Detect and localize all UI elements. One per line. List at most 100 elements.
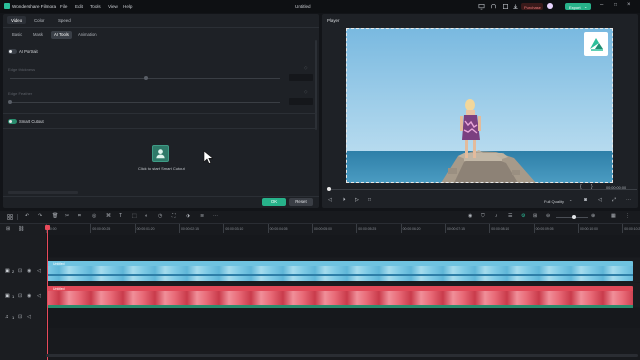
snap-icon[interactable]: ⚙ (521, 213, 525, 219)
edge-feather-knob[interactable] (8, 100, 12, 104)
layout-icon[interactable]: ▦ (611, 213, 616, 219)
smart-cutout-button[interactable] (152, 145, 169, 162)
video-clip-track1[interactable]: Untitled (47, 286, 633, 306)
color-icon[interactable]: ◐ (145, 213, 148, 219)
edge-thickness-input[interactable] (289, 74, 313, 81)
audio-icon[interactable]: ◁ (37, 293, 41, 299)
stop-icon[interactable]: □ (368, 197, 371, 203)
subtab-basic[interactable]: Basic (12, 32, 22, 37)
redo-icon[interactable]: ↷ (38, 213, 42, 219)
close-icon[interactable]: × (627, 2, 631, 8)
split-icon[interactable]: ✂ (65, 213, 69, 219)
step-back-icon[interactable]: ⏵ (343, 197, 346, 203)
shield-icon[interactable]: ⛉ (481, 213, 485, 219)
playhead-handle[interactable] (45, 225, 50, 230)
zoom-slider-knob[interactable] (572, 215, 576, 219)
fullscreen-icon[interactable]: ⤢ (612, 197, 616, 203)
avatar[interactable] (547, 3, 553, 9)
camera-icon[interactable]: ◙ (584, 197, 587, 203)
keyframe-icon[interactable]: ◇ (304, 65, 307, 71)
zoom-in-icon[interactable]: ⊕ (591, 213, 595, 219)
grid-icon[interactable] (7, 214, 13, 220)
menu-help[interactable]: Help (123, 4, 132, 9)
menu-file[interactable]: File (60, 4, 67, 9)
more-icon[interactable]: ⋮ (625, 213, 630, 219)
edge-feather-input[interactable] (289, 98, 313, 105)
mask-icon[interactable]: ◎ (92, 213, 96, 219)
tab-video[interactable]: Video (7, 16, 27, 24)
menu-tools[interactable]: Tools (90, 4, 101, 9)
export-label: Export (569, 4, 581, 10)
audio-wave-icon[interactable]: ≋ (200, 213, 204, 219)
prev-frame-icon[interactable]: ◁ (328, 197, 332, 203)
keyframe-icon[interactable]: ⬗ (186, 213, 190, 219)
eye-icon[interactable]: ◉ (27, 293, 31, 299)
subtab-ai-tools[interactable]: AI Tools (51, 30, 72, 39)
subtab-mask[interactable]: Mask (33, 32, 43, 37)
volume-icon[interactable]: ◁ (598, 197, 602, 203)
edge-thickness-knob[interactable] (144, 76, 148, 80)
link-icon[interactable]: ⛓ (18, 226, 24, 232)
lock-icon[interactable]: ⊡ (18, 293, 22, 299)
mark-out-icon[interactable]: } (591, 184, 593, 190)
minimize-icon[interactable]: – (600, 2, 603, 8)
audio-icon[interactable]: ◁ (37, 268, 41, 274)
quality-select[interactable]: Full Quality (544, 199, 564, 204)
export-button[interactable]: Export ⌄ (565, 3, 591, 10)
video-clip-track2[interactable]: Untitled (47, 261, 633, 281)
tab-color[interactable]: Color (34, 18, 45, 23)
scrollbar[interactable] (315, 40, 317, 130)
filmora-watermark-icon (584, 32, 608, 56)
play-icon[interactable]: ▷ (355, 197, 359, 203)
tag-icon[interactable]: ⌘ (106, 213, 111, 219)
undo-icon[interactable]: ↶ (25, 213, 29, 219)
reset-button[interactable]: Reset (289, 198, 313, 206)
more-tools-icon[interactable]: ⋯ (213, 213, 218, 219)
mic-icon[interactable]: ♪ (495, 213, 498, 219)
more-icon[interactable]: ⋯ (626, 197, 631, 203)
tab-speed[interactable]: Speed (58, 18, 71, 23)
speed-icon[interactable]: ◷ (158, 213, 162, 219)
mark-in-icon[interactable]: { (580, 184, 582, 190)
eye-icon[interactable]: ◉ (27, 268, 31, 274)
timeline-scrollbar[interactable] (46, 354, 638, 357)
selection-frame[interactable] (346, 28, 613, 183)
delete-icon[interactable]: 🗑 (52, 213, 58, 219)
ruler-label: 00:00:07:15 (446, 227, 465, 231)
audio-clip-track1[interactable] (47, 305, 633, 308)
purchase-button[interactable]: Purchase (521, 3, 543, 10)
ruler-tick (444, 224, 446, 233)
subtab-animation[interactable]: Animation (78, 32, 97, 37)
lock-icon[interactable]: ⊡ (18, 268, 22, 274)
zoom-out-icon[interactable]: ⊖ (546, 213, 550, 219)
menu-edit[interactable]: Edit (75, 4, 83, 9)
chevron-down-icon[interactable]: ⌄ (569, 197, 572, 202)
keyframe-icon[interactable]: ◇ (304, 89, 307, 95)
lock-icon[interactable]: ⊡ (18, 314, 22, 320)
smart-cutout-toggle[interactable] (8, 119, 17, 124)
monitor-icon[interactable] (478, 3, 485, 10)
text-icon[interactable]: T (119, 213, 122, 219)
ok-button[interactable]: OK (262, 198, 286, 206)
voiceover-icon[interactable]: ☰ (508, 213, 512, 219)
audio-icon[interactable]: ◁ (27, 314, 31, 320)
save-icon[interactable] (502, 3, 509, 10)
download-icon[interactable] (512, 3, 519, 10)
ai-portrait-toggle[interactable] (8, 49, 17, 54)
stabilize-icon[interactable]: ⛶ (172, 213, 176, 219)
add-track-icon[interactable]: ⊞ (6, 226, 10, 232)
ruler-label: 00:00:00:25 (92, 227, 111, 231)
ruler-tick (577, 224, 579, 233)
ripple-icon[interactable]: ⊞ (533, 213, 537, 219)
render-icon[interactable]: ◉ (468, 213, 472, 219)
menu-view[interactable]: View (108, 4, 118, 9)
edge-feather-slider[interactable] (10, 102, 280, 103)
transform-icon[interactable]: ⬚ (132, 213, 137, 219)
crop-icon[interactable]: ⌗ (78, 213, 81, 219)
playhead[interactable] (47, 226, 48, 360)
timeline-ruler[interactable]: 00:00 00:00:00:25 00:00:01:20 00:00:02:15 00… (46, 224, 640, 234)
headphones-icon[interactable] (490, 3, 497, 10)
playback-progress-knob[interactable] (327, 187, 331, 191)
app-name: Wondershare Filmora (12, 4, 57, 9)
maximize-icon[interactable]: □ (614, 2, 617, 8)
